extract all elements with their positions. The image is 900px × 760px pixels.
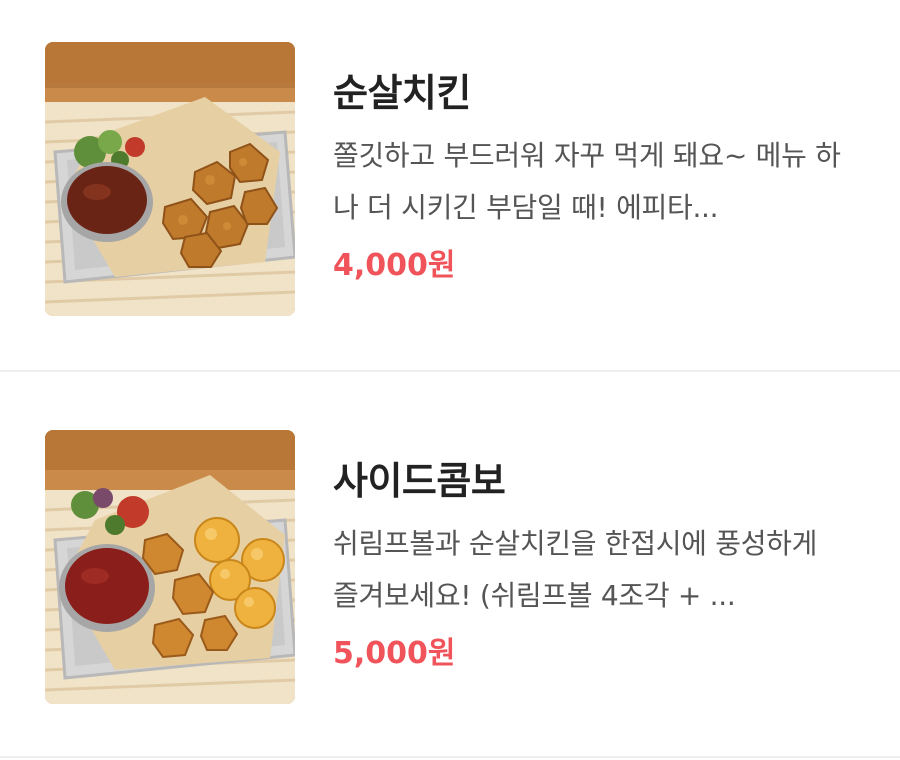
menu-item-title: 사이드콤보 [333, 459, 506, 503]
side-combo-photo[interactable] [45, 430, 295, 704]
menu-item-description: 쫄깃하고 부드러워 자꾸 먹게 돼요~ 메뉴 하나 더 시키긴 부담일 때! 에… [333, 139, 841, 224]
menu-item-title: 순살치킨 [333, 71, 471, 115]
menu-item-price: 4,000원 [333, 248, 456, 283]
menu-item-price: 5,000원 [333, 636, 456, 671]
boneless-chicken-photo[interactable] [45, 42, 295, 316]
menu-item-boneless-chicken[interactable]: 순살치킨 쫄깃하고 부드러워 자꾸 먹게 돼요~ 메뉴 하나 더 시키긴 부담일… [0, 0, 900, 372]
menu-item-info: 순살치킨 쫄깃하고 부드러워 자꾸 먹게 돼요~ 메뉴 하나 더 시키긴 부담일… [333, 68, 853, 286]
menu-list: 순살치킨 쫄깃하고 부드러워 자꾸 먹게 돼요~ 메뉴 하나 더 시키긴 부담일… [0, 0, 900, 758]
menu-item-description: 쉬림프볼과 순살치킨을 한접시에 풍성하게 즐겨보세요! (쉬림프볼 4조각 +… [333, 527, 818, 612]
menu-item-side-combo[interactable]: 사이드콤보 쉬림프볼과 순살치킨을 한접시에 풍성하게 즐겨보세요! (쉬림프볼… [0, 372, 900, 758]
menu-item-info: 사이드콤보 쉬림프볼과 순살치킨을 한접시에 풍성하게 즐겨보세요! (쉬림프볼… [333, 456, 853, 674]
